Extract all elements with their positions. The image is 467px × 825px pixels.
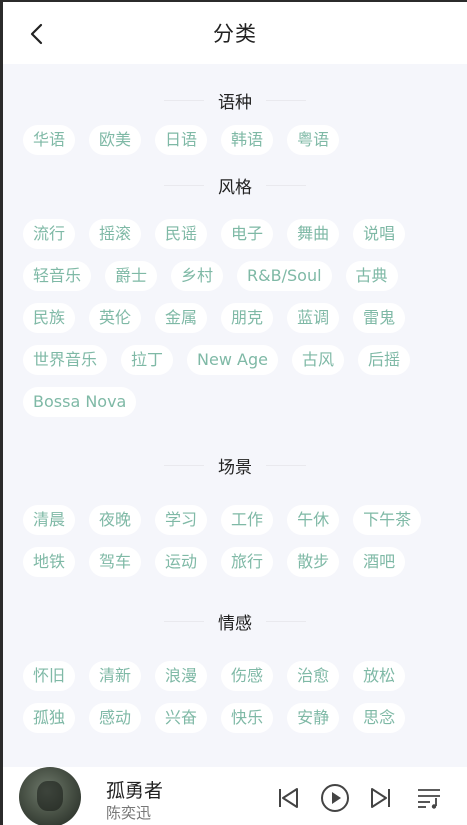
tag-item[interactable]: 地铁 [23,547,76,577]
tag-item[interactable]: 夜晚 [89,505,142,535]
app-frame: 分类 语种 华语 欧美 日语 韩语 粤语 风格 流行 摇滚 民谣 电子 舞曲 说… [0,0,467,825]
tag-item[interactable]: 雷鬼 [353,303,406,333]
tag-item[interactable]: 酒吧 [353,547,406,577]
tag-item[interactable]: 治愈 [287,661,340,691]
section-emotion: 情感 怀旧 清新 浪漫 伤感 治愈 放松 孤独 感动 兴奋 快乐 安静 思念 [23,577,467,733]
playlist-icon [418,789,440,809]
divider [266,184,306,186]
tag-item[interactable]: 工作 [221,505,274,535]
header: 分类 [3,2,467,64]
tag-item[interactable]: 孤独 [23,703,76,733]
album-art-figure [37,781,63,811]
divider [266,99,306,101]
album-cover[interactable] [19,767,81,825]
tag-item[interactable]: 金属 [155,303,208,333]
tag-item[interactable]: 下午茶 [353,505,422,535]
divider [266,464,306,466]
tag-item[interactable]: 电子 [221,219,274,249]
song-title: 孤勇者 [106,780,164,802]
tag-item[interactable]: 学习 [155,505,208,535]
section-header: 风格 [23,167,447,203]
divider [164,620,204,622]
tag-item[interactable]: 流行 [23,219,76,249]
playlist-button[interactable] [412,781,446,815]
divider [164,184,204,186]
divider [266,620,306,622]
tag-item[interactable]: 轻音乐 [23,261,92,291]
tag-item[interactable]: 英伦 [89,303,142,333]
tag-item[interactable]: 说唱 [353,219,406,249]
tag-item[interactable]: 日语 [155,125,208,155]
previous-button[interactable] [271,781,305,815]
tag-list: 华语 欧美 日语 韩语 粤语 [23,125,453,155]
tag-item[interactable]: 乡村 [171,261,224,291]
section-header: 情感 [23,603,447,639]
section-title: 场景 [218,457,252,478]
category-content[interactable]: 语种 华语 欧美 日语 韩语 粤语 风格 流行 摇滚 民谣 电子 舞曲 说唱 轻… [3,64,467,767]
tag-item[interactable]: 感动 [89,703,142,733]
divider [164,464,204,466]
tag-item[interactable]: 欧美 [89,125,142,155]
tag-item[interactable]: 韩语 [221,125,274,155]
tag-item[interactable]: 蓝调 [287,303,340,333]
tag-item[interactable]: 运动 [155,547,208,577]
tag-item[interactable]: New Age [187,345,278,375]
tag-list: 怀旧 清新 浪漫 伤感 治愈 放松 孤独 感动 兴奋 快乐 安静 思念 [23,661,453,733]
tag-item[interactable]: 安静 [287,703,340,733]
tag-item[interactable]: 朋克 [221,303,274,333]
mini-player[interactable]: 孤勇者 陈奕迅 [3,767,467,825]
section-title: 情感 [218,613,252,634]
tag-item[interactable]: 怀旧 [23,661,76,691]
tag-list: 清晨 夜晚 学习 工作 午休 下午茶 地铁 驾车 运动 旅行 散步 酒吧 [23,505,453,577]
tag-item[interactable]: 后摇 [357,345,410,375]
tag-item[interactable]: 浪漫 [155,661,208,691]
tag-item[interactable]: 午休 [287,505,340,535]
tag-item[interactable]: 古风 [291,345,344,375]
song-artist: 陈奕迅 [106,804,152,822]
play-button[interactable] [318,781,352,815]
tag-item[interactable]: 爵士 [105,261,158,291]
skip-next-icon [371,788,390,808]
tag-item[interactable]: 旅行 [221,547,274,577]
tag-list: 流行 摇滚 民谣 电子 舞曲 说唱 轻音乐 爵士 乡村 R&B/Soul 古典 … [23,219,453,417]
section-title: 语种 [218,92,252,113]
section-language: 语种 华语 欧美 日语 韩语 粤语 [23,64,467,155]
tag-item[interactable]: R&B/Soul [237,261,332,291]
tag-item[interactable]: 清新 [89,661,142,691]
section-header: 语种 [23,82,447,118]
skip-previous-icon [279,788,298,808]
tag-item[interactable]: 民谣 [155,219,208,249]
tag-item[interactable]: 驾车 [89,547,142,577]
tag-item[interactable]: 摇滚 [89,219,142,249]
section-title: 风格 [218,177,252,198]
tag-item[interactable]: 华语 [23,125,76,155]
tag-item[interactable]: 兴奋 [155,703,208,733]
tag-item[interactable]: 舞曲 [287,219,340,249]
page-title: 分类 [213,22,257,46]
section-scene: 场景 清晨 夜晚 学习 工作 午休 下午茶 地铁 驾车 运动 旅行 散步 酒吧 [23,417,467,577]
tag-item[interactable]: 拉丁 [121,345,174,375]
tag-item[interactable]: 清晨 [23,505,76,535]
tag-item[interactable]: 快乐 [221,703,274,733]
section-header: 场景 [23,447,447,483]
tag-item[interactable]: 粤语 [287,125,340,155]
play-icon [321,784,349,812]
tag-item[interactable]: 伤感 [221,661,274,691]
next-button[interactable] [364,781,398,815]
section-style: 风格 流行 摇滚 民谣 电子 舞曲 说唱 轻音乐 爵士 乡村 R&B/Soul … [23,155,467,417]
tag-item[interactable]: 民族 [23,303,76,333]
tag-item[interactable]: 思念 [353,703,406,733]
divider [164,99,204,101]
tag-item[interactable]: 放松 [353,661,406,691]
tag-item[interactable]: 古典 [345,261,398,291]
tag-item[interactable]: 世界音乐 [23,345,108,375]
tag-item[interactable]: Bossa Nova [23,387,137,417]
tag-item[interactable]: 散步 [287,547,340,577]
